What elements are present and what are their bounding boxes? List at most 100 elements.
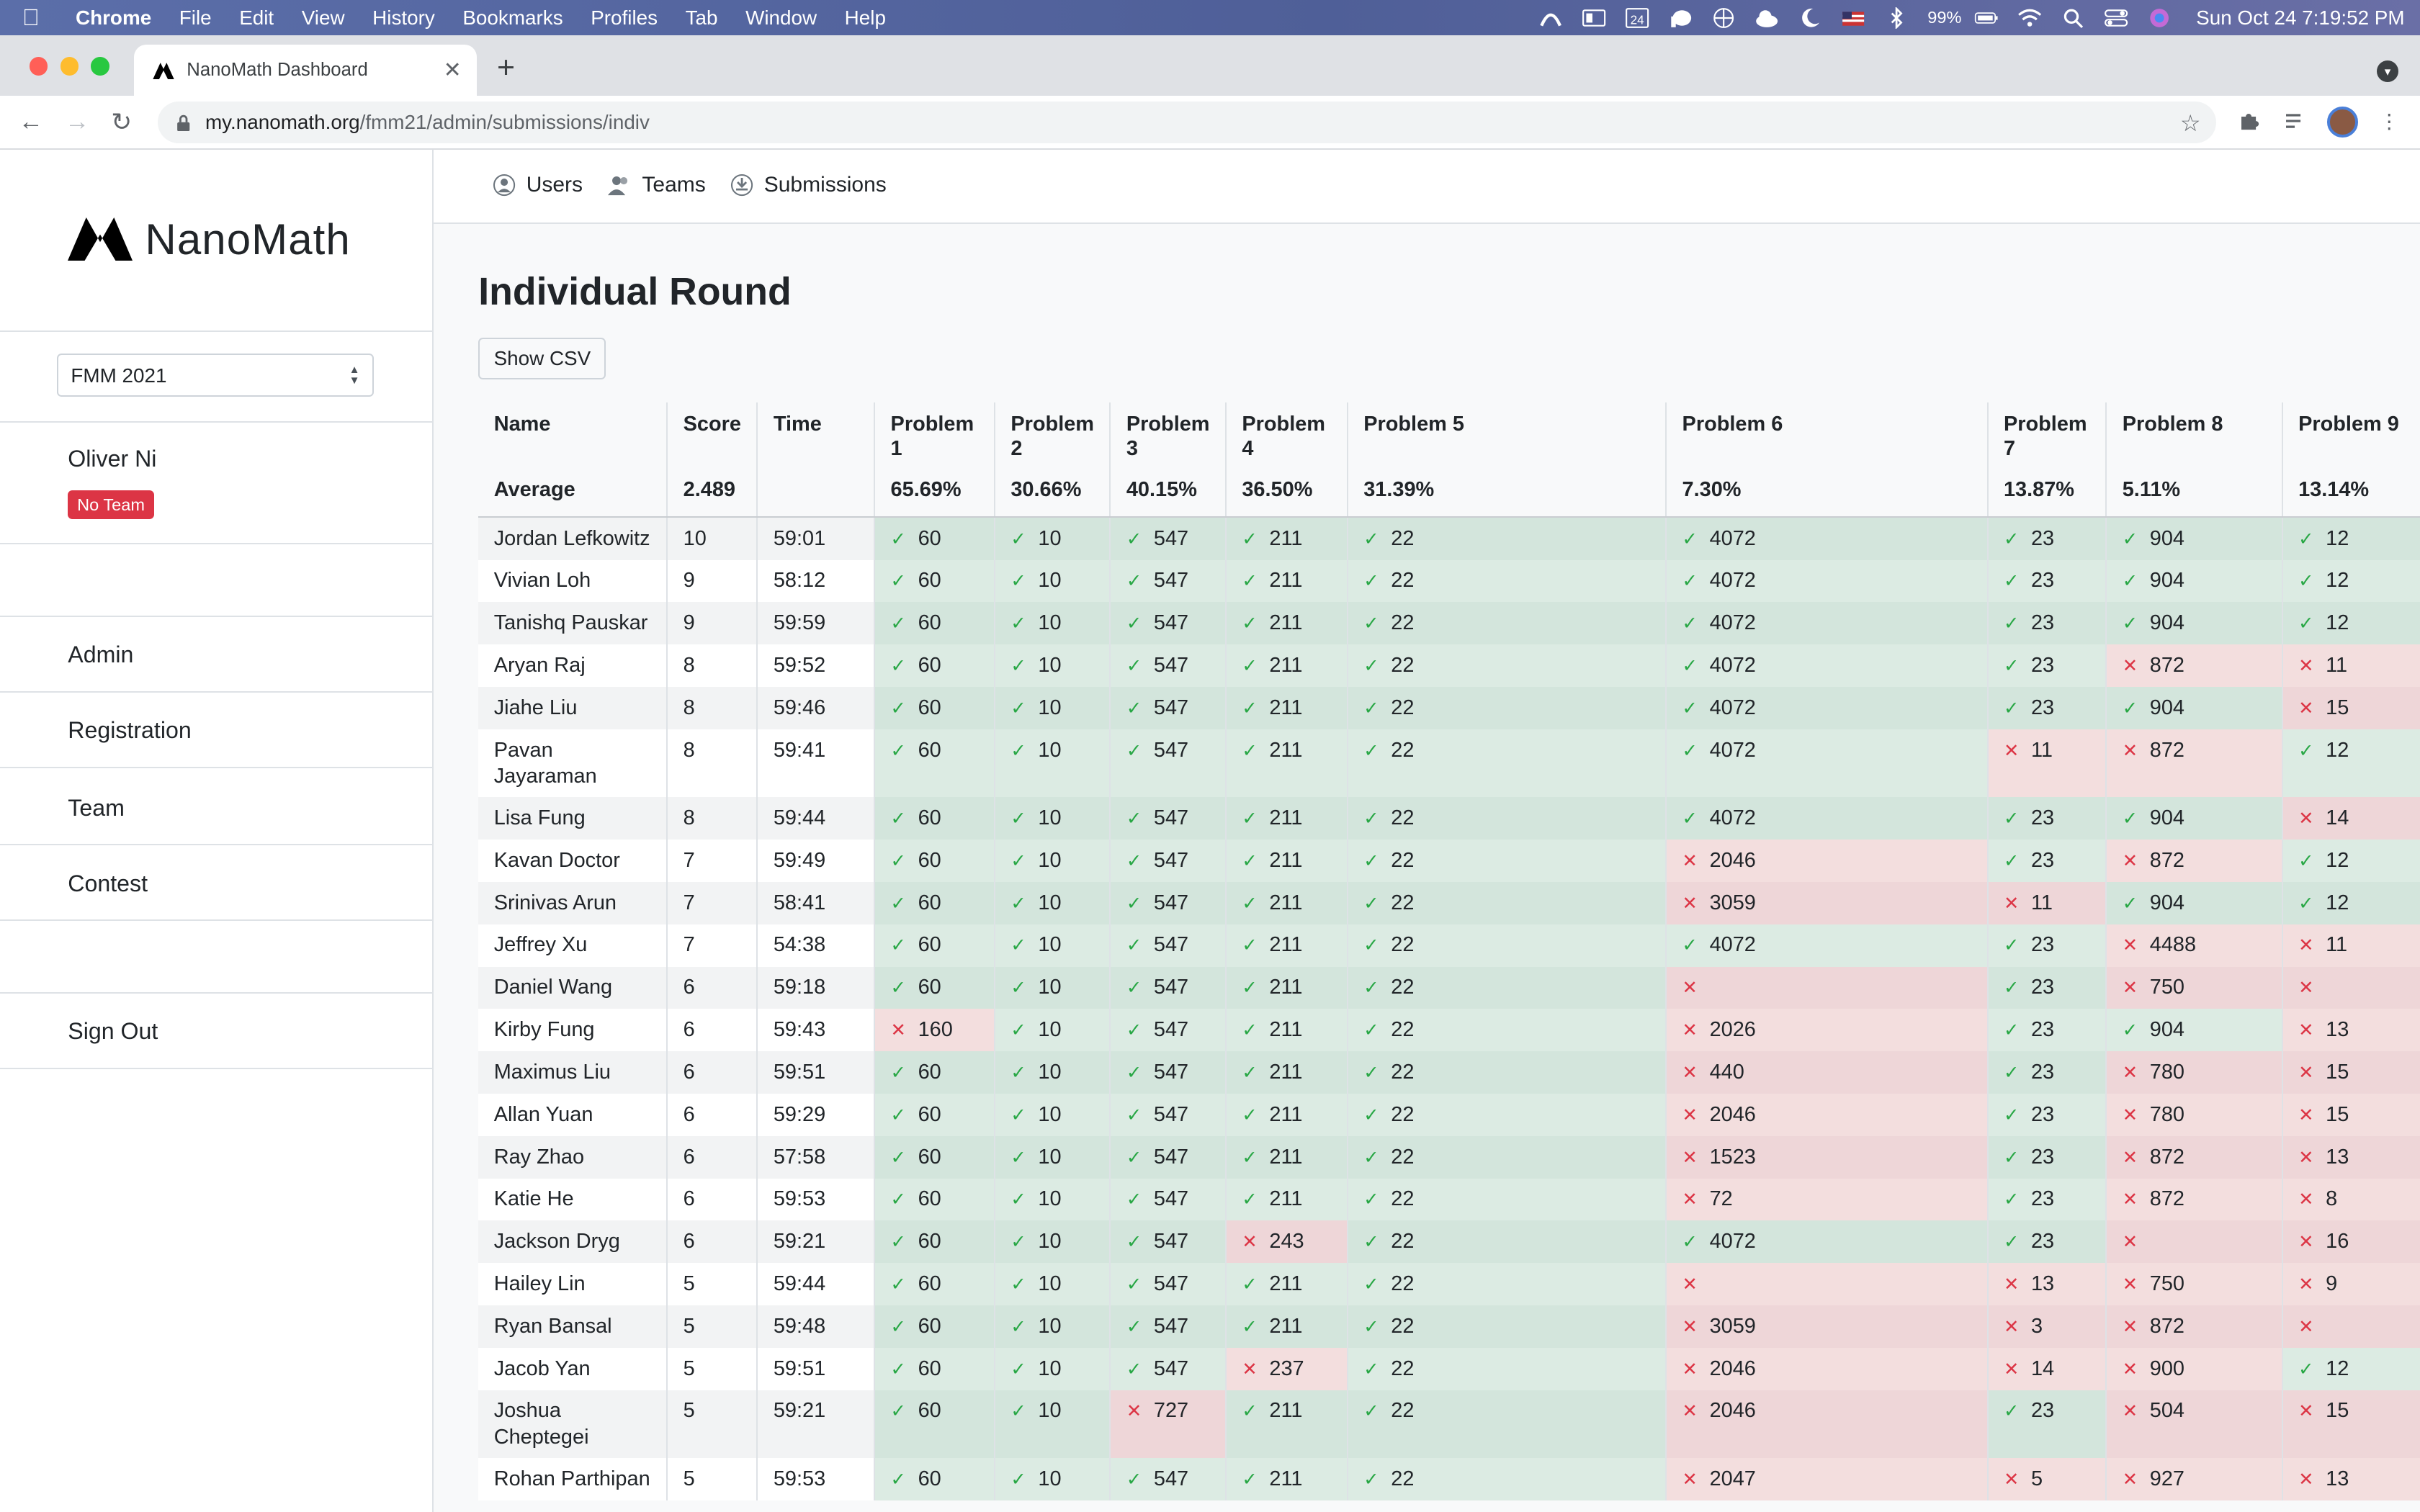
profile-avatar[interactable]	[2327, 106, 2359, 138]
answer-correct-cell: ✓ 22	[1346, 881, 1667, 924]
time-cell: 59:59	[756, 602, 875, 645]
bluetooth-icon[interactable]	[1875, 0, 1918, 35]
control-center-icon[interactable]	[2094, 0, 2138, 35]
menu-bookmarks[interactable]: Bookmarks	[449, 0, 577, 35]
cross-icon: ✕	[1682, 893, 1698, 914]
check-icon: ✓	[1126, 808, 1142, 829]
check-icon: ✓	[1363, 935, 1379, 956]
browser-tab-active[interactable]: NanoMath Dashboard ✕	[134, 45, 478, 96]
answer-value: 4072	[1709, 569, 1756, 593]
answer-value: 547	[1153, 738, 1189, 762]
answer-value: 8	[2326, 1187, 2338, 1211]
sign-out-link[interactable]: Sign Out	[68, 1018, 158, 1045]
answer-value: 60	[918, 1145, 941, 1169]
menu-history[interactable]: History	[359, 0, 449, 35]
check-icon: ✓	[2122, 528, 2138, 549]
cross-icon: ✕	[2122, 850, 2138, 871]
minimize-window-button[interactable]	[60, 57, 79, 76]
zoom-window-button[interactable]	[91, 57, 110, 76]
answer-correct-cell: ✓ 60	[874, 1263, 995, 1306]
us-flag-icon[interactable]	[1832, 0, 1875, 35]
close-window-button[interactable]	[29, 57, 48, 76]
table-row: Ray Zhao 6 57:58 ✓ 60 ✓ 10 ✓ 547 ✓ 211 ✓ 22 ✕ 15…	[478, 1135, 2420, 1179]
siri-icon[interactable]	[2138, 0, 2181, 35]
answer-correct-cell: ✓ 547	[1109, 1051, 1226, 1094]
check-icon: ✓	[2003, 978, 2020, 999]
spotlight-search-icon[interactable]	[2051, 0, 2094, 35]
menu-tab[interactable]: Tab	[671, 0, 731, 35]
calendar-icon[interactable]: 24	[1615, 0, 1659, 35]
reload-icon[interactable]: ↻	[111, 108, 132, 137]
menu-window[interactable]: Window	[732, 0, 831, 35]
menu-file[interactable]: File	[165, 0, 225, 35]
answer-value: 211	[1269, 806, 1303, 829]
nav-teams[interactable]: Teams	[608, 173, 706, 197]
moon-icon[interactable]	[1788, 0, 1832, 35]
nav-team[interactable]: Team	[68, 795, 125, 822]
nav-users[interactable]: Users	[493, 173, 583, 197]
cross-icon: ✕	[2298, 1401, 2314, 1422]
lock-icon[interactable]	[176, 114, 191, 132]
close-tab-icon[interactable]: ✕	[444, 58, 462, 83]
menu-app[interactable]: Chrome	[62, 0, 166, 35]
elephant-icon[interactable]	[1659, 0, 1702, 35]
answer-correct-cell: ✓ 211	[1224, 966, 1348, 1009]
back-arrow-icon[interactable]: ←	[19, 108, 43, 136]
answer-value: 11	[2326, 653, 2348, 677]
check-icon: ✓	[890, 1401, 907, 1422]
menu-edit[interactable]: Edit	[225, 0, 288, 35]
score-cell: 7	[666, 924, 758, 967]
answer-value: 211	[1269, 1314, 1303, 1338]
reading-list-icon[interactable]	[2282, 109, 2307, 134]
address-bar[interactable]: my.nanomath.org/fmm21/admin/submissions/…	[157, 102, 2217, 144]
show-csv-button[interactable]: Show CSV	[478, 338, 606, 380]
bookmark-star-icon[interactable]: ☆	[2180, 109, 2201, 137]
chrome-menu-icon[interactable]: ⋮	[2377, 109, 2401, 134]
score-cell: 8	[666, 797, 758, 840]
answer-correct-cell: ✓ 60	[874, 602, 995, 645]
divider	[0, 420, 434, 423]
tab-search-icon[interactable]: ▾	[2377, 60, 2398, 82]
answer-correct-cell: ✓ 547	[1109, 687, 1226, 729]
nav-submissions[interactable]: Submissions	[730, 173, 887, 197]
answer-correct-cell: ✓ 10	[993, 1051, 1111, 1094]
nav-registration[interactable]: Registration	[68, 717, 191, 744]
answer-value: 2026	[1709, 1018, 1756, 1042]
nav-contest[interactable]: Contest	[68, 870, 148, 897]
check-icon: ✓	[1363, 571, 1379, 592]
answer-value: 23	[2030, 696, 2055, 719]
answer-value: 243	[1269, 1230, 1304, 1254]
sidecar-icon[interactable]	[1572, 0, 1615, 35]
average-value	[756, 477, 875, 518]
answer-correct-cell: ✓ 211	[1224, 559, 1348, 603]
answer-value: 547	[1153, 891, 1189, 914]
cloud-icon[interactable]	[1745, 0, 1788, 35]
wifi-icon[interactable]	[2008, 0, 2051, 35]
nanomath-logo[interactable]: NanoMath	[68, 215, 351, 264]
answer-value: 10	[1038, 1102, 1062, 1126]
status-app-icon[interactable]	[1529, 0, 1572, 35]
apple-menu-icon[interactable]: 	[0, 4, 62, 31]
table-row: Kirby Fung 6 59:43 ✕ 160 ✓ 10 ✓ 547 ✓ 211 ✓ 22 ✕…	[478, 1009, 2420, 1052]
menubar-clock[interactable]: Sun Oct 24 7:19:52 PM	[2196, 6, 2404, 30]
new-tab-button[interactable]: +	[497, 50, 515, 85]
nav-admin[interactable]: Admin	[68, 642, 133, 668]
check-icon: ✓	[890, 1147, 907, 1168]
answer-correct-cell: ✓ 904	[2105, 797, 2282, 840]
menu-profiles[interactable]: Profiles	[577, 0, 671, 35]
menu-help[interactable]: Help	[830, 0, 900, 35]
contest-select[interactable]: FMM 2021 ▲ ▼	[57, 353, 374, 397]
answer-incorrect-cell: ✕ 3059	[1665, 881, 1988, 924]
answer-value: 60	[918, 611, 941, 635]
answer-value: 10	[1038, 1314, 1062, 1338]
vpn-icon[interactable]	[1702, 0, 1745, 35]
answer-correct-cell: ✓ 10	[993, 602, 1111, 645]
answer-incorrect-cell: ✕ 14	[2281, 797, 2420, 840]
battery-icon[interactable]	[1965, 0, 2008, 35]
forward-arrow-icon[interactable]: →	[65, 108, 89, 136]
answer-correct-cell: ✓ 22	[1346, 1178, 1667, 1221]
answer-value: 13	[2030, 1272, 2055, 1295]
extensions-puzzle-icon[interactable]	[2236, 109, 2261, 134]
check-icon: ✓	[2298, 528, 2314, 549]
menu-view[interactable]: View	[287, 0, 358, 35]
